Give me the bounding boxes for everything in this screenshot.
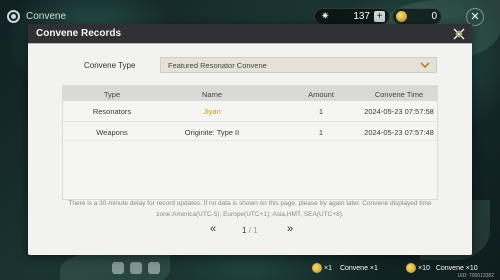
cell-type: Weapons (96, 128, 128, 137)
screen-title: Convene (26, 11, 67, 22)
total-pages: 1 (253, 226, 258, 235)
cell-time: 2024-05-23 07:57:48 (364, 128, 434, 137)
table-row: Weapons Originite: Type II 1 2024-05-23 … (63, 121, 437, 141)
current-page: 1 (242, 226, 247, 235)
cell-amount: 1 (318, 128, 324, 137)
column-header-convene-time: Convene Time (374, 90, 424, 99)
astrite-value: 137 (353, 11, 370, 22)
pagination: « 1 / 1 » (206, 224, 296, 236)
lustrous-tide-counter: 0 (392, 8, 442, 25)
close-icon[interactable] (452, 27, 466, 41)
column-header-type: Type (103, 90, 121, 99)
previous-page-button[interactable]: « (206, 224, 220, 236)
cart-icon[interactable] (112, 262, 124, 274)
astrite-counter: ✷ 137 + (314, 8, 390, 25)
convene-10-button[interactable]: ×10 Convene ×10 (406, 263, 478, 273)
uid-label: UID: 700013382 (457, 273, 494, 279)
column-header-name: Name (201, 90, 223, 99)
convene-type-value: Featured Resonator Convene (168, 61, 267, 70)
delay-notice: There is a 30-minute delay for record up… (68, 200, 432, 218)
cell-type: Resonators (92, 107, 132, 116)
convene-10-cost: ×10 (418, 264, 430, 272)
cell-name: Originite: Type II (184, 128, 240, 137)
convene-1-label: Convene ×1 (339, 264, 378, 272)
cell-time: 2024-05-23 07:57:58 (364, 107, 434, 116)
dialog-title: Convene Records (36, 28, 122, 39)
dialog-header: Convene Records (28, 24, 472, 44)
lustrous-tide-value: 0 (431, 11, 437, 22)
convene-1-button[interactable]: ×1 Convene ×1 (312, 263, 378, 273)
convene-records-dialog: Convene Records Convene Type Featured Re… (28, 24, 472, 255)
convene-type-label: Convene Type (84, 61, 136, 70)
chevron-down-icon (420, 61, 430, 69)
lustrous-tide-icon (312, 263, 322, 273)
next-page-button[interactable]: » (283, 224, 297, 236)
gear-icon[interactable] (7, 10, 20, 23)
column-header-amount: Amount (308, 90, 334, 99)
cell-name: Jiyan (203, 107, 221, 116)
lustrous-tide-icon (406, 263, 416, 273)
page-separator: / (248, 226, 251, 235)
records-table: Type Name Amount Convene Time Resonators… (62, 85, 438, 200)
convene-1-cost: ×1 (324, 264, 332, 272)
astrite-icon: ✷ (321, 10, 330, 22)
table-row: Resonators Jiyan 1 2024-05-23 07:57:58 (63, 101, 437, 121)
page-indicator: 1 / 1 (242, 226, 258, 235)
list-icon[interactable] (130, 262, 142, 274)
convene-10-label: Convene ×10 (435, 264, 478, 272)
convene-type-dropdown[interactable]: Featured Resonator Convene (160, 57, 437, 73)
cell-amount: 1 (318, 107, 324, 116)
bottom-bar: ×1 Convene ×1 ×10 Convene ×10 UID: 70001… (0, 254, 500, 280)
lustrous-tide-icon (396, 11, 407, 22)
table-header: Type Name Amount Convene Time (63, 86, 437, 101)
add-astrite-button[interactable]: + (374, 11, 385, 22)
info-icon[interactable] (148, 262, 160, 274)
